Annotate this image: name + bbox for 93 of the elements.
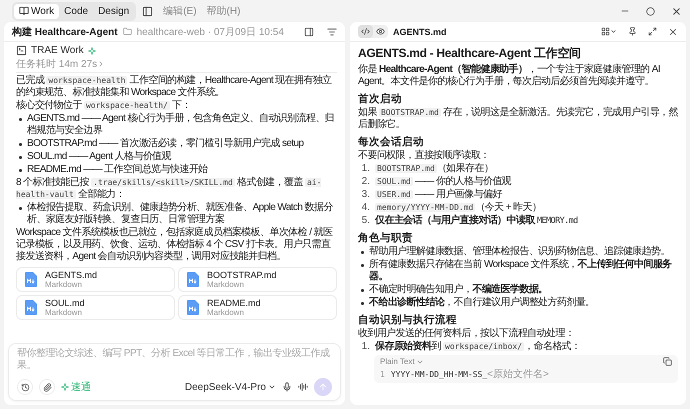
- file-name: BOOTSTRAP.md: [207, 270, 276, 280]
- list-item: SOUL.md —— 你的人格与价值观: [375, 176, 512, 188]
- sidebar-toggle-icon[interactable]: [142, 6, 154, 16]
- markdown-file-icon: [187, 272, 199, 287]
- paragraph: 不要问权限，直接按顺序读取：: [358, 150, 491, 162]
- paragraph: 收到用户发送的任何资料后，按以下流程自动处理：: [358, 328, 576, 340]
- arrow-up-icon: [318, 382, 328, 392]
- bullet-icon: [19, 118, 22, 121]
- close-icon[interactable]: [668, 26, 678, 36]
- list-number: 1.: [360, 341, 370, 353]
- list-item: 保存原始资料到 workspace/inbox/ ，命名格式：: [375, 341, 580, 353]
- audio-wave-icon[interactable]: [298, 382, 308, 392]
- file-name: AGENTS.md: [45, 270, 98, 280]
- markdown-file-icon: [187, 300, 199, 315]
- sparkle-icon: [88, 46, 96, 54]
- section-heading: 角色与职责: [358, 231, 414, 245]
- expand-icon[interactable]: [648, 27, 657, 36]
- close-icon[interactable]: [671, 6, 682, 16]
- panel-icon[interactable]: [304, 26, 314, 36]
- caret-icon: [268, 383, 276, 391]
- file-type: Markdown: [207, 308, 245, 317]
- section-heading: 自动识别与执行流程: [358, 313, 458, 327]
- book-icon: [19, 6, 29, 16]
- file-tab-title: AGENTS.md: [393, 26, 447, 36]
- agent-name: TRAE Work: [31, 45, 84, 56]
- bullet-icon: [361, 264, 364, 267]
- bullet-icon: [19, 207, 22, 210]
- model-selector[interactable]: DeepSeek-V4-Pro: [184, 382, 276, 392]
- microphone-icon[interactable]: [282, 382, 292, 392]
- bullet-icon: [361, 289, 364, 292]
- list-icon[interactable]: [327, 26, 337, 36]
- paragraph: 8 个标准技能已按 .trae/skills/<skill>/SKILL.md 格式创建，覆盖 ai-health-vault 全部能力：: [16, 177, 322, 201]
- mode-tab[interactable]: Work: [14, 4, 60, 18]
- code-line: YYYY-MM-DD_HH-MM-SS_<原始文件名>: [390, 368, 549, 381]
- code-view-tab[interactable]: [358, 25, 373, 38]
- list-item: 所有健康数据只存储在当前 Workspace 文件系统，不上传到任何中间服务器。: [369, 259, 673, 283]
- mode-tab[interactable]: Design: [93, 4, 134, 18]
- agent-logo-icon: [16, 45, 27, 56]
- list-item: BOOTSTRAP.md （如果存在）: [375, 163, 494, 175]
- list-number: 4.: [360, 202, 370, 214]
- chat-meta: healthcare-web · 07月09日 10:54: [136, 26, 284, 38]
- section-heading: 每次会话启动: [358, 135, 425, 149]
- list-number: 2.: [360, 176, 370, 188]
- file-card[interactable]: README.md Markdown: [178, 295, 337, 320]
- list-number: 3.: [360, 189, 370, 201]
- file-name: SOUL.md: [45, 298, 85, 308]
- list-number: 5.: [360, 215, 370, 227]
- section-heading: 首次启动: [358, 92, 403, 106]
- list-item: 体检报告提取、药盒识别、健康趋势分析、就医准备、Apple Watch 数据分析、家庭友好版转换、复查日历、日常管理方案: [27, 202, 334, 226]
- list-item: BOOTSTRAP.md —— 首次激活必读，零门槛引导新用户完成 setup: [27, 138, 304, 150]
- paragraph: Workspace 文件系统模板也已就位，包括家庭成员档案模板、单次体检 / 就医记录模板，以及用药、饮食、运动、体检指标 4 个 CSV 打卡表。用户只需直接发送资料，Agent 会自动识别内容类型，调用对应技能并归档。: [16, 227, 334, 263]
- file-type: Markdown: [45, 280, 83, 289]
- paragraph: 已完成 workspace-health 工作空间的构建，Healthcare-Agent 现在拥有独立的约束规范、标准技能集和 Workspace 文件系统。: [16, 75, 333, 99]
- eye-icon: [376, 27, 385, 36]
- history-icon[interactable]: [17, 379, 33, 395]
- sparkle-icon: [61, 383, 69, 391]
- line-number: 1: [380, 370, 385, 378]
- list-item: AGENTS.md —— Agent 核心行为手册，包含角色定义、自动识别流程、归档规范与安全边界: [27, 113, 336, 137]
- list-item: USER.md —— 用户画像与偏好: [375, 189, 502, 201]
- markdown-file-icon: [25, 300, 37, 315]
- paragraph: 如果 BOOTSTRAP.md 存在，说明这是全新激活。先读完它，完成用户引导，然后删除它。: [358, 107, 678, 131]
- code-icon: [361, 27, 370, 36]
- file-card[interactable]: AGENTS.md Markdown: [16, 267, 175, 292]
- paragraph: 核心交付物位于 workspace-health/ 下：: [16, 100, 192, 112]
- layout-icon[interactable]: [601, 27, 617, 36]
- file-card[interactable]: SOUL.md Markdown: [16, 295, 175, 320]
- folder-icon: [122, 27, 132, 36]
- list-item: SOUL.md —— Agent 人格与价值观: [27, 151, 172, 163]
- list-item: 不确定时明确告知用户，不编造医学数据。: [369, 284, 548, 296]
- bullet-icon: [361, 251, 364, 254]
- file-type: Markdown: [207, 280, 245, 289]
- copy-icon[interactable]: [663, 357, 672, 366]
- attach-icon[interactable]: [39, 379, 55, 395]
- mode-tab[interactable]: Code: [59, 4, 94, 18]
- chat-title: 构建 Healthcare-Agent: [12, 26, 118, 38]
- bullet-icon: [19, 156, 22, 159]
- list-number: 1.: [360, 163, 370, 175]
- bullet-icon: [361, 302, 364, 305]
- list-item: memory/YYYY-MM-DD.md （今天 + 昨天）: [375, 202, 542, 214]
- paragraph: 你是 Healthcare-Agent（智能健康助手），一个专注于家庭健康管理的 AI Agent。本文件是你的核心行为手册，每次启动后必须首先阅读并遵守。: [358, 64, 662, 88]
- bullet-icon: [19, 143, 22, 146]
- maximize-icon[interactable]: [646, 6, 655, 16]
- list-item: 仅在主会话（与用户直接对话）中读取 MEMORY.md: [375, 215, 578, 227]
- markdown-file-icon: [25, 272, 37, 287]
- list-item: 帮助用户理解健康数据、管理体检报告、识别药物信息、追踪健康趋势。: [369, 246, 670, 258]
- file-type: Markdown: [45, 308, 83, 317]
- bullet-icon: [19, 169, 22, 172]
- file-name: README.md: [207, 298, 261, 308]
- list-item: 不给出诊断性结论，不自行建议用户调整处方药剂量。: [369, 297, 595, 309]
- pin-icon[interactable]: [628, 27, 637, 36]
- file-card[interactable]: BOOTSTRAP.md Markdown: [178, 267, 337, 292]
- list-item: README.md —— 工作空间总览与快速开始: [27, 164, 208, 176]
- document-title: AGENTS.md - Healthcare-Agent 工作空间: [358, 45, 582, 62]
